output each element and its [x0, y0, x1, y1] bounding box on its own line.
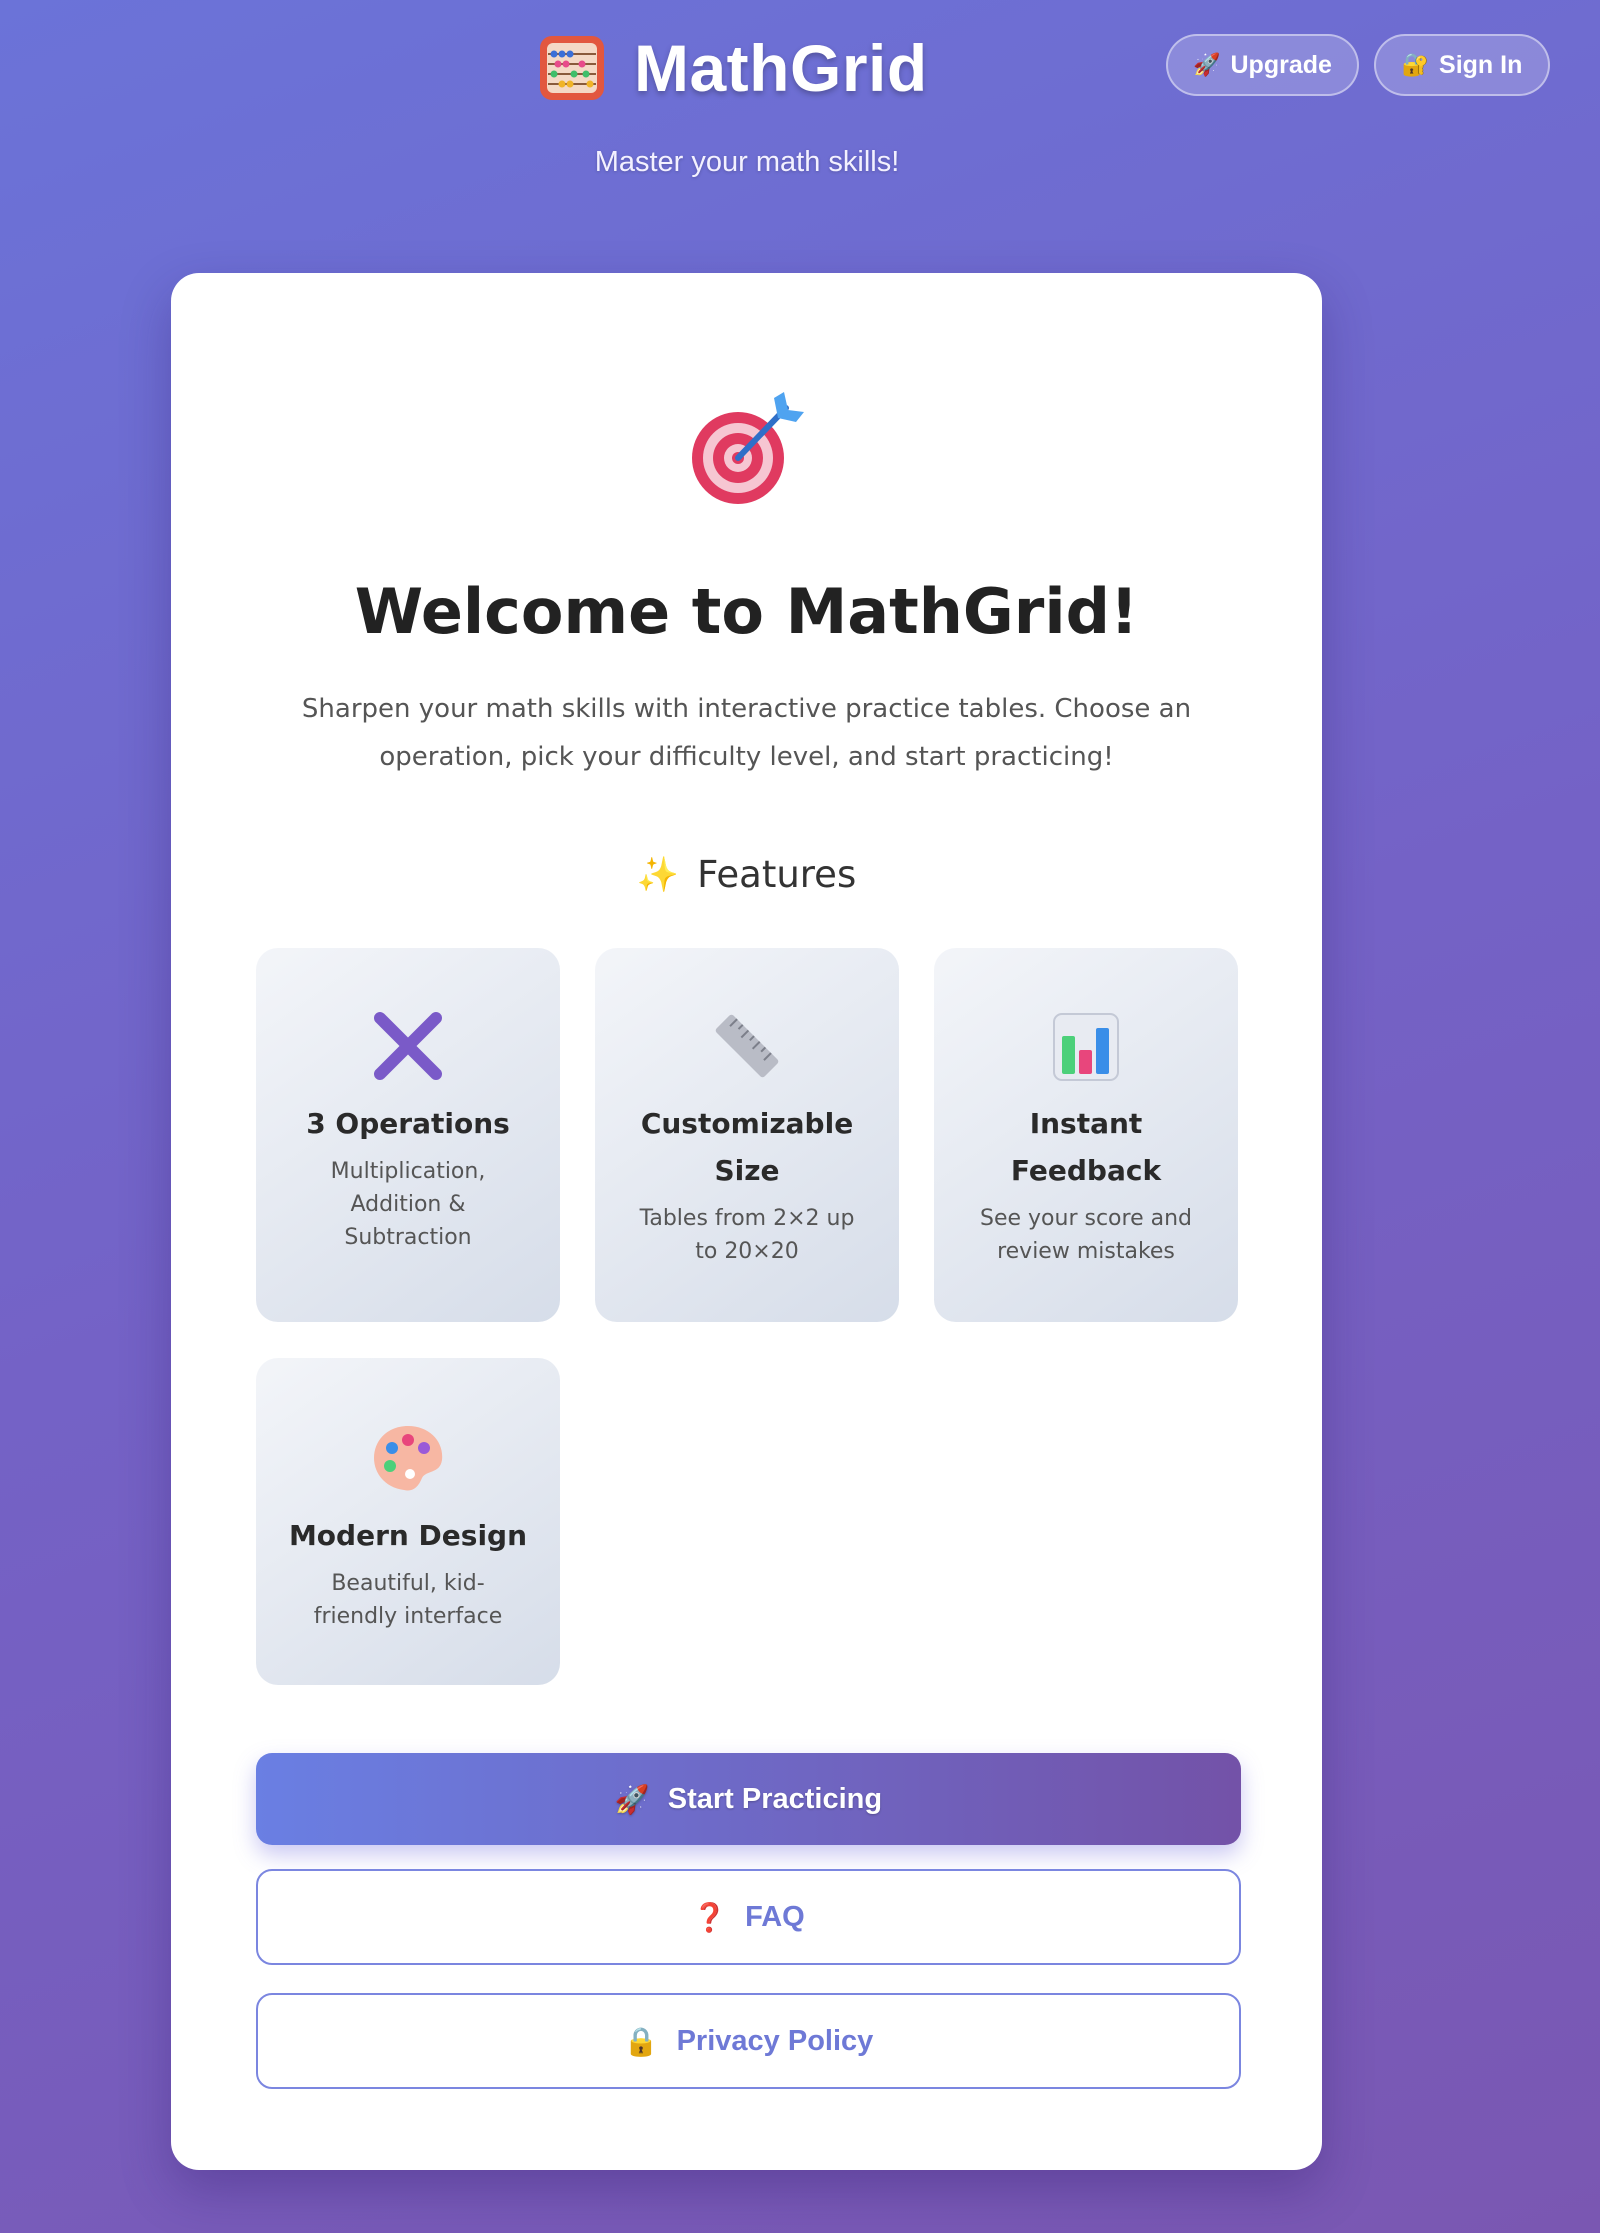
tagline: Master your math skills!	[594, 146, 900, 178]
bar-chart-icon	[1053, 1013, 1119, 1081]
sign-in-label: Sign In	[1439, 50, 1523, 79]
feature-card-design: Modern Design Beautiful, kid-friendly in…	[256, 1358, 560, 1685]
palette-icon	[374, 1426, 443, 1491]
faq-button[interactable]: ❓ FAQ	[256, 1869, 1241, 1965]
welcome-card: Welcome to MathGrid! Sharpen your math s…	[171, 273, 1322, 2170]
target-icon	[692, 392, 804, 504]
question-mark-icon: ❓	[692, 1901, 728, 1933]
feature-description: Tables from 2×2 up to 20×20	[639, 1206, 855, 1264]
lock-icon: 🔒	[623, 2025, 659, 2057]
app-title: MathGrid	[634, 31, 928, 105]
brand: MathGrid	[538, 30, 928, 106]
feature-title: Modern Design	[288, 1519, 528, 1552]
privacy-policy-label: Privacy Policy	[676, 2024, 874, 2057]
feature-description: Multiplication, Addition & Subtraction	[330, 1159, 486, 1250]
features-heading-label: Features	[697, 853, 857, 896]
sparkles-icon: ✨	[636, 854, 680, 895]
rocket-icon: 🚀	[614, 1783, 650, 1815]
privacy-policy-button[interactable]: 🔒 Privacy Policy	[256, 1993, 1241, 2089]
app-header: MathGrid Master your math skills! 🚀 Upgr…	[0, 0, 1600, 220]
feature-title: Customizable Size	[640, 1107, 854, 1187]
multiply-icon	[374, 1012, 442, 1080]
feature-card-feedback: Instant Feedback See your score and revi…	[934, 948, 1238, 1322]
rocket-icon: 🚀	[1193, 52, 1221, 77]
feature-card-operations: 3 Operations Multiplication, Addition & …	[256, 948, 560, 1322]
ruler-icon	[715, 1014, 779, 1078]
feature-title: 3 Operations	[306, 1107, 510, 1140]
sign-in-button[interactable]: 🔐 Sign In	[1374, 34, 1550, 96]
faq-label: FAQ	[745, 1900, 805, 1933]
feature-description: See your score and review mistakes	[980, 1206, 1192, 1264]
intro-text: Sharpen your math skills with interactiv…	[301, 694, 1192, 772]
feature-card-size: Customizable Size Tables from 2×2 up to …	[595, 948, 899, 1322]
feature-title: Instant Feedback	[1010, 1107, 1162, 1187]
features-heading: ✨ Features	[171, 853, 1322, 896]
start-practicing-button[interactable]: 🚀 Start Practicing	[256, 1753, 1241, 1845]
start-practicing-label: Start Practicing	[667, 1782, 883, 1815]
upgrade-button[interactable]: 🚀 Upgrade	[1166, 34, 1359, 96]
lock-icon: 🔐	[1401, 52, 1430, 77]
abacus-icon	[540, 36, 604, 100]
welcome-title: Welcome to MathGrid!	[354, 575, 1139, 648]
feature-description: Beautiful, kid-friendly interface	[313, 1571, 503, 1629]
upgrade-label: Upgrade	[1230, 50, 1332, 79]
